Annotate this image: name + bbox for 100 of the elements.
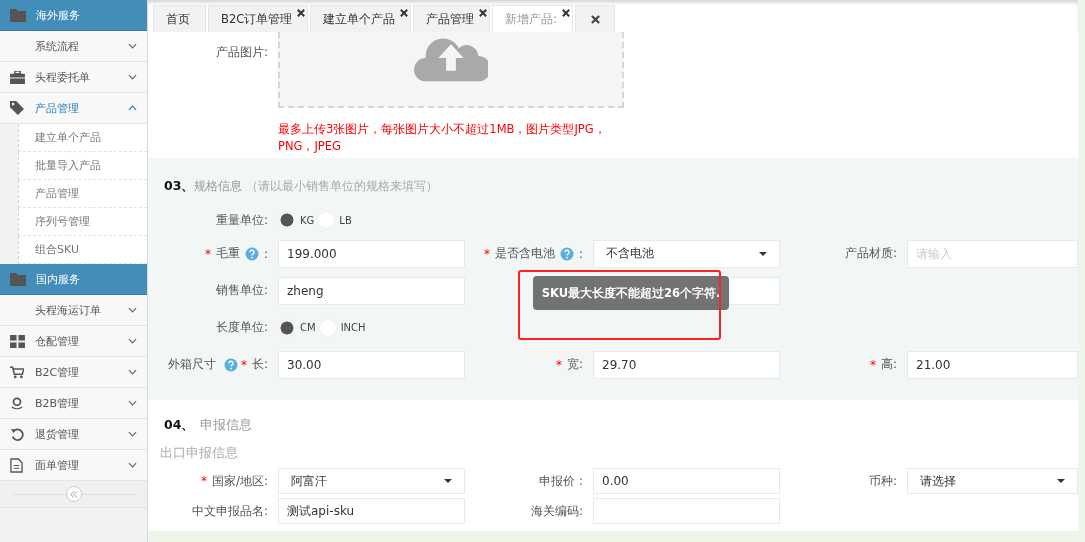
field-label: 重量单位: [214, 211, 269, 229]
double-chevron-left-icon [69, 490, 78, 498]
section-title: 规格信息 [194, 178, 243, 195]
sidebar-item[interactable]: 面单管理 [0, 450, 147, 481]
radio-label: CM [300, 322, 316, 333]
input-field[interactable]: 199.000 [278, 239, 465, 268]
undo-icon [10, 427, 24, 441]
required-mark: * [240, 357, 247, 372]
required-mark: * [200, 474, 207, 488]
radio-button[interactable] [278, 211, 296, 229]
field-label: 产品材质: [844, 245, 897, 262]
collapse-button[interactable] [65, 486, 82, 502]
chevron-down-icon [128, 462, 137, 468]
submenu-item[interactable]: 序列号管理 [18, 208, 147, 236]
folder-icon [10, 272, 26, 286]
field-label: 国家/地区: [211, 472, 268, 490]
subsection-title: 出口申报信息 [159, 444, 239, 462]
select-field[interactable]: 不含电池 [593, 239, 780, 268]
chevron-up-icon [128, 105, 137, 111]
submenu-item[interactable]: 组合SKU [18, 236, 147, 264]
input-field[interactable]: 30.00 [278, 350, 465, 379]
sidebar-item[interactable]: 头程委托单 [0, 62, 147, 93]
help-icon[interactable] [244, 246, 259, 261]
document-icon [10, 457, 23, 473]
sidebar-item[interactable]: 仓配管理 [0, 326, 147, 357]
close-icon[interactable] [297, 9, 306, 17]
label-colon: : [263, 246, 268, 261]
field-label: 产品图片: [214, 44, 269, 61]
sidebar-group[interactable]: 海外服务 [0, 0, 147, 31]
input-field[interactable]: 21.00 [907, 350, 1078, 379]
chevron-down-icon [128, 400, 137, 406]
submenu-item[interactable]: 批量导入产品 [18, 152, 147, 180]
tab[interactable]: 建立单个产品 [310, 5, 412, 32]
select-field[interactable]: 阿富汗 [278, 468, 465, 494]
sidebar-item[interactable]: 产品管理 [0, 93, 147, 124]
sidebar-group-label: 海外服务 [36, 7, 80, 23]
chevron-down-icon [128, 338, 137, 344]
section-number: 04、 [164, 417, 195, 434]
section-title: 申报信息 [200, 416, 253, 434]
sidebar-group-label: 国内服务 [36, 271, 80, 287]
field-label: 长: [251, 356, 268, 373]
field-label: 宽: [566, 356, 583, 373]
section-number: 03、 [164, 178, 195, 195]
field-label: 申报价 : [539, 472, 583, 490]
required-mark: * [483, 246, 490, 261]
chevron-down-icon [128, 74, 137, 80]
caret-icon [1057, 479, 1065, 483]
close-all-tab[interactable] [575, 5, 616, 32]
tag-icon [10, 101, 24, 115]
field-label: 销售单位: [215, 282, 268, 299]
input-field[interactable]: 测试api-sku [278, 498, 465, 524]
field-label: 中文申报品名: [191, 502, 268, 520]
tab[interactable]: 产品管理 [413, 5, 491, 32]
grid-icon [10, 334, 25, 348]
label-colon: : [578, 246, 583, 261]
chevron-down-icon [128, 307, 137, 313]
radio-label: KG [300, 214, 315, 226]
sidebar-item[interactable]: 头程海运订单 [0, 295, 147, 326]
help-icon[interactable] [559, 246, 574, 261]
input-field[interactable]: 29.70 [593, 350, 780, 379]
sidebar-item[interactable]: 系统流程 [0, 31, 147, 62]
sidebar-group[interactable]: 国内服务 [0, 264, 147, 295]
field-label: 是否含电池 [494, 245, 555, 262]
required-mark: * [869, 357, 876, 372]
radio-label: LB [339, 214, 352, 226]
close-icon[interactable] [400, 9, 409, 17]
cart-icon [10, 365, 24, 379]
tab[interactable]: B2C订单管理 [208, 5, 309, 32]
field-label: 高: [880, 356, 897, 373]
caret-icon [444, 479, 452, 483]
field-label: 币种: [868, 472, 897, 490]
caret-icon [759, 251, 767, 256]
select-field[interactable]: 请选择 [907, 468, 1078, 494]
folder-icon [10, 8, 26, 22]
close-icon[interactable] [562, 9, 571, 17]
submenu-item[interactable]: 建立单个产品 [18, 124, 147, 152]
section-hint: （请以最小销售单位的规格来填写） [246, 178, 439, 195]
radio-label: INCH [340, 322, 366, 333]
submenu-item[interactable]: 产品管理 [18, 180, 147, 208]
input-field[interactable]: zheng [278, 276, 465, 305]
error-toast: SKU最大长度不能超过26个字符. [533, 276, 729, 310]
sidebar-item[interactable]: B2B管理 [0, 388, 147, 419]
chevron-down-icon [128, 369, 137, 375]
input-field[interactable]: 0.00 [593, 468, 780, 494]
input-field[interactable] [593, 498, 780, 524]
briefcase-icon [10, 70, 25, 84]
close-icon[interactable] [479, 9, 488, 17]
field-label: 长度单位: [214, 319, 269, 336]
chevron-down-icon [128, 431, 137, 437]
sidebar-item[interactable]: B2C管理 [0, 357, 147, 388]
chevron-down-icon [128, 43, 137, 49]
close-icon [590, 14, 600, 24]
upload-note: 最多上传3张图片，每张图片大小不超过1MB，图片类型JPG，PNG，JPEG [278, 121, 607, 155]
smile-icon [10, 395, 24, 411]
radio-button[interactable] [278, 318, 296, 337]
field-label: 毛重 [215, 245, 240, 262]
required-mark: * [204, 246, 211, 261]
help-icon[interactable] [224, 357, 238, 372]
tab[interactable]: 首页 [153, 5, 206, 32]
sidebar-item[interactable]: 退货管理 [0, 419, 147, 450]
